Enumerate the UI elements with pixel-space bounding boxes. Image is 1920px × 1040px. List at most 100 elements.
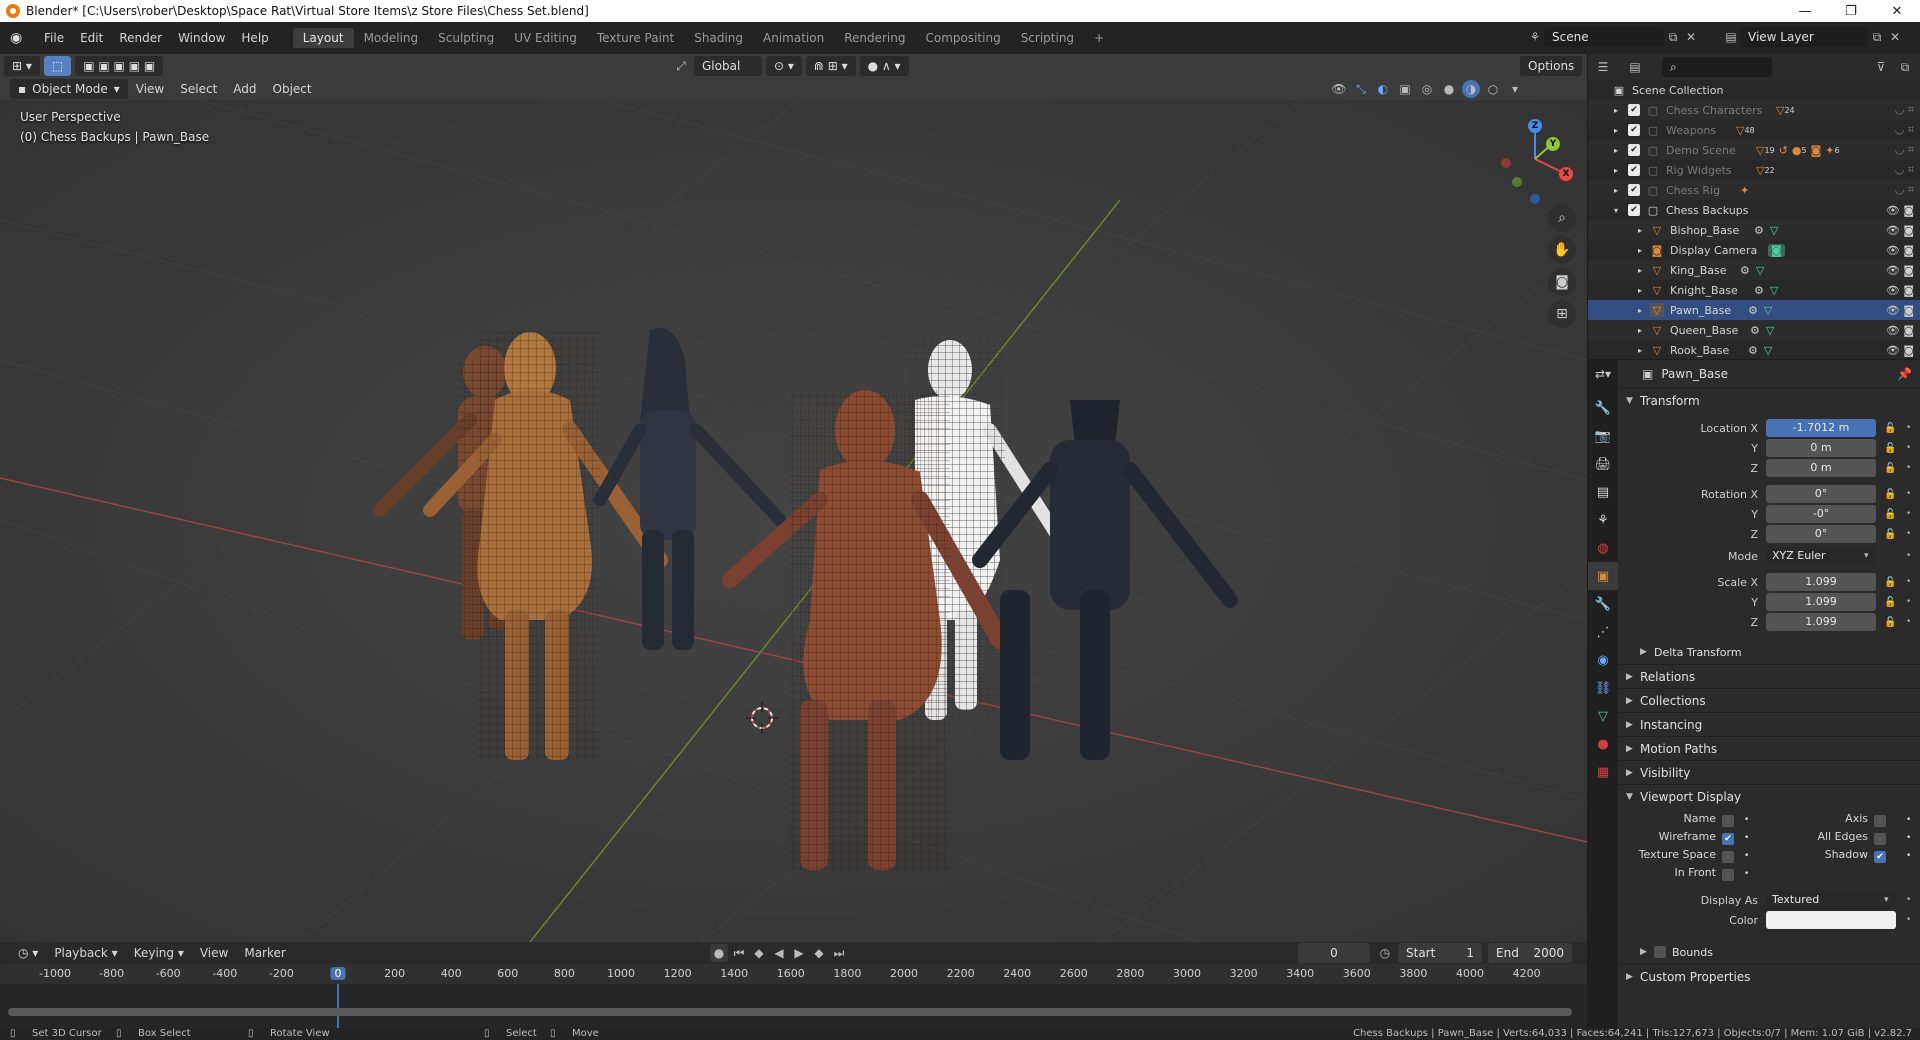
collection-row[interactable]: ▾ ✔ ▢ Chess Backups 👁 ◙ bbox=[1588, 200, 1920, 220]
delete-scene-icon[interactable]: ✕ bbox=[1682, 28, 1700, 46]
data-tab-icon[interactable]: ▽ bbox=[1588, 702, 1618, 730]
rotation-mode-dropdown[interactable]: XYZ Euler bbox=[1766, 547, 1876, 565]
gizmo-neg-x-icon[interactable] bbox=[1501, 158, 1511, 168]
keyframe-dot-icon[interactable]: • bbox=[1906, 463, 1911, 473]
close-button[interactable]: ✕ bbox=[1874, 0, 1920, 22]
camera-view-icon[interactable]: ◙ bbox=[1548, 268, 1576, 296]
row-visibility-icons[interactable]: 👁 ◙ bbox=[1886, 344, 1914, 357]
view-layer-tab-icon[interactable]: ▤ bbox=[1588, 478, 1618, 506]
timeline-menu-keying[interactable]: Keying ▾ bbox=[126, 943, 192, 963]
rendered-shading-icon[interactable]: ○ bbox=[1484, 80, 1502, 98]
output-tab-icon[interactable]: 🖨 bbox=[1588, 450, 1618, 478]
viewport-menu-select[interactable]: Select bbox=[172, 79, 225, 99]
keyframe-dot-icon[interactable]: • bbox=[1906, 617, 1911, 627]
physics-tab-icon[interactable]: ◉ bbox=[1588, 646, 1618, 674]
lock-icon[interactable]: 🔓 bbox=[1884, 597, 1896, 608]
collection-checkbox[interactable]: ✔ bbox=[1628, 124, 1640, 136]
rotation-z-field[interactable]: 0° bbox=[1766, 525, 1876, 543]
gizmo-toggle-icon[interactable]: ⤡ bbox=[1352, 80, 1370, 98]
relations-panel-header[interactable]: ▶ Relations bbox=[1618, 664, 1920, 688]
collection-row[interactable]: ▸ ✔ ▢ Rig Widgets ▽ 22 ◡ ⌗ bbox=[1588, 160, 1920, 180]
expand-arrow-icon[interactable]: ▸ bbox=[1638, 266, 1650, 275]
expand-arrow-icon[interactable]: ▸ bbox=[1614, 126, 1628, 135]
scene-tab-icon[interactable]: ⚘ bbox=[1588, 506, 1618, 534]
row-visibility-icons[interactable]: 👁 ◙ bbox=[1886, 304, 1914, 317]
add-workspace-button[interactable]: + bbox=[1084, 28, 1114, 48]
row-visibility-icons[interactable]: ◡ ⌗ bbox=[1895, 123, 1914, 137]
material-tab-icon[interactable]: ● bbox=[1588, 730, 1618, 758]
gizmo-z-icon[interactable]: Z bbox=[1528, 119, 1542, 133]
selection-mode-icons[interactable]: ▣ ▣ ▣ ▣ ▣ bbox=[75, 56, 164, 76]
collection-checkbox[interactable]: ✔ bbox=[1628, 104, 1640, 116]
instancing-panel-header[interactable]: ▶ Instancing bbox=[1618, 712, 1920, 736]
axis-checkbox[interactable] bbox=[1874, 815, 1886, 827]
shadow-checkbox[interactable]: ✔ bbox=[1874, 851, 1886, 863]
object-row-active[interactable]: ▸ ▽ Pawn_Base ⚙ ▽ 👁 ◙ bbox=[1588, 300, 1920, 320]
row-visibility-icons[interactable]: ◡ ⌗ bbox=[1895, 103, 1914, 117]
keyframe-dot-icon[interactable]: • bbox=[1744, 851, 1749, 861]
all-edges-checkbox[interactable] bbox=[1874, 833, 1886, 845]
tab-shading[interactable]: Shading bbox=[684, 28, 753, 48]
end-frame-field[interactable]: End 2000 bbox=[1488, 943, 1572, 963]
visibility-panel-header[interactable]: ▶ Visibility bbox=[1618, 760, 1920, 784]
row-visibility-icons[interactable]: ◡ ⌗ bbox=[1895, 143, 1914, 157]
menu-window[interactable]: Window bbox=[170, 28, 233, 48]
keyframe-dot-icon[interactable]: • bbox=[1744, 833, 1749, 843]
expand-arrow-icon[interactable]: ▸ bbox=[1614, 106, 1628, 115]
play-reverse-icon[interactable]: ◀ bbox=[770, 944, 788, 962]
row-visibility-icons[interactable]: 👁 ◙ bbox=[1886, 324, 1914, 337]
collection-checkbox[interactable]: ✔ bbox=[1628, 204, 1640, 216]
shading-options-icon[interactable]: ▾ bbox=[1506, 80, 1524, 98]
collection-row[interactable]: ▸ ✔ ▢ Demo Scene ▽ 19 ↺ ● 5 ◙ ✦ 6 ◡ ⌗ bbox=[1588, 140, 1920, 160]
zoom-icon[interactable]: ⌕ bbox=[1548, 204, 1576, 232]
editor-type-icon[interactable]: ⊞ ▾ bbox=[4, 56, 40, 76]
minimize-button[interactable]: — bbox=[1782, 0, 1828, 22]
row-visibility-icons[interactable]: 👁 ◙ bbox=[1886, 284, 1914, 297]
expand-arrow-icon[interactable]: ▸ bbox=[1638, 326, 1650, 335]
navigation-gizmo[interactable]: Z X Y bbox=[1490, 114, 1580, 204]
keyframe-dot-icon[interactable]: • bbox=[1906, 895, 1911, 905]
lock-icon[interactable]: 🔓 bbox=[1884, 443, 1896, 454]
timeline-editor-icon[interactable]: ◷ ▾ bbox=[10, 943, 47, 963]
transform-panel-header[interactable]: ▼ Transform bbox=[1618, 388, 1920, 412]
row-visibility-icons[interactable]: 👁 ◙ bbox=[1886, 224, 1914, 237]
view-layer-selector[interactable]: ▤ View Layer ⧉ ✕ bbox=[1722, 26, 1918, 48]
tab-rendering[interactable]: Rendering bbox=[834, 28, 915, 48]
scene-collection-row[interactable]: ▣ Scene Collection bbox=[1588, 80, 1920, 100]
collection-checkbox[interactable]: ✔ bbox=[1628, 164, 1640, 176]
location-z-field[interactable]: 0 m bbox=[1766, 459, 1876, 477]
timeline-menu-playback[interactable]: Playback ▾ bbox=[46, 943, 125, 963]
keyframe-dot-icon[interactable]: • bbox=[1906, 423, 1911, 433]
rotation-x-field[interactable]: 0° bbox=[1766, 485, 1876, 503]
play-icon[interactable]: ▶ bbox=[790, 944, 808, 962]
keyframe-dot-icon[interactable]: • bbox=[1906, 597, 1911, 607]
collection-row[interactable]: ▸ ✔ ▢ Chess Characters ▽ 24 ◡ ⌗ bbox=[1588, 100, 1920, 120]
snap-icon[interactable]: ⋒ ⊞ ▾ bbox=[805, 56, 856, 76]
lock-icon[interactable]: 🔓 bbox=[1884, 509, 1896, 520]
clock-icon[interactable]: ◷ bbox=[1376, 944, 1394, 962]
menu-help[interactable]: Help bbox=[233, 28, 276, 48]
render-tab-icon[interactable]: 📷 bbox=[1588, 422, 1618, 450]
visibility-icon[interactable]: 👁 bbox=[1330, 80, 1348, 98]
pivot-point-icon[interactable]: ⊙ ▾ bbox=[766, 56, 802, 76]
modifier-tab-icon[interactable]: 🔧 bbox=[1588, 590, 1618, 618]
record-icon[interactable]: ● bbox=[710, 944, 728, 962]
pin-icon[interactable]: 📌 bbox=[1897, 367, 1912, 381]
timeline-track[interactable] bbox=[0, 984, 1587, 1028]
3d-viewport[interactable]: ⊞ ▾ ⬚ ▣ ▣ ▣ ▣ ▣ ⤢ Global ⊙ ▾ ⋒ ⊞ ▾ ● ∧ ▾… bbox=[0, 54, 1587, 942]
texture-tab-icon[interactable]: ▦ bbox=[1588, 758, 1618, 786]
world-tab-icon[interactable]: ◍ bbox=[1588, 534, 1618, 562]
menu-file[interactable]: File bbox=[36, 28, 72, 48]
overlay-toggle-icon[interactable]: ◐ bbox=[1374, 80, 1392, 98]
expand-arrow-icon[interactable]: ▸ bbox=[1614, 166, 1628, 175]
row-visibility-icons[interactable]: 👁 ◙ bbox=[1886, 204, 1914, 217]
blender-logo-icon[interactable]: ◉ bbox=[10, 30, 26, 46]
timeline-scrollbar[interactable] bbox=[8, 1008, 1572, 1016]
keyframe-dot-icon[interactable]: • bbox=[1906, 443, 1911, 453]
row-visibility-icons[interactable]: ◡ ⌗ bbox=[1895, 163, 1914, 177]
keyframe-dot-icon[interactable]: • bbox=[1906, 915, 1911, 925]
solid-shading-icon[interactable]: ● bbox=[1440, 80, 1458, 98]
current-frame-field[interactable]: 0 bbox=[1298, 943, 1370, 963]
scale-z-field[interactable]: 1.099 bbox=[1766, 613, 1876, 631]
timeline-menu-view[interactable]: View bbox=[192, 943, 236, 963]
